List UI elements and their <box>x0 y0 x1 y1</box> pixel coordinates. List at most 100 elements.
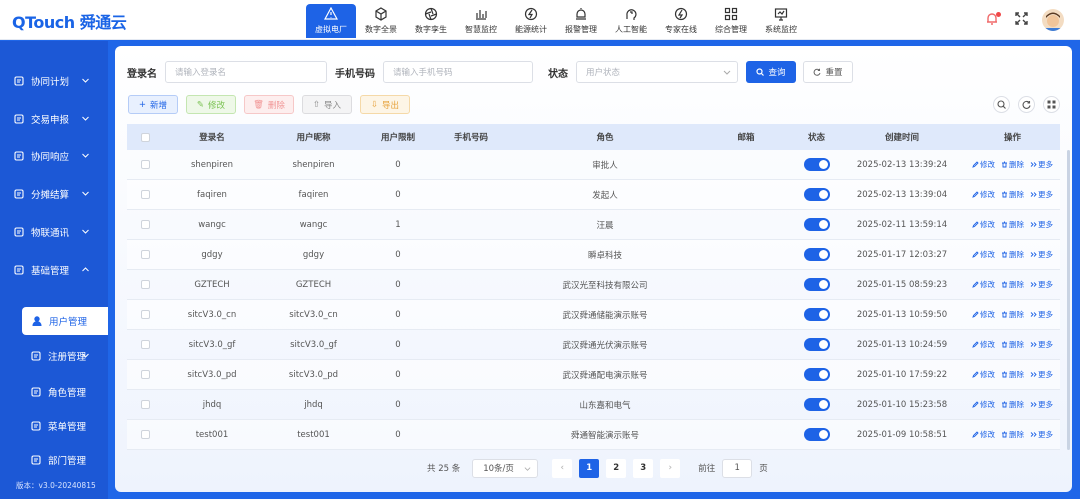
nav-item-7[interactable]: 专家在线 <box>656 4 706 38</box>
row-delete-link[interactable]: 删除 <box>1001 429 1024 440</box>
sidebar-subitem-2[interactable]: 角色管理 <box>0 378 108 406</box>
phone-input[interactable]: 请输入手机号码 <box>383 61 533 83</box>
table-row[interactable]: sitcV3.0_pd sitcV3.0_pd 0 武汉舜通配电演示账号 2025-01… <box>127 360 1060 390</box>
edit-button[interactable]: ✎ 修改 <box>186 95 236 114</box>
next-page-button[interactable]: › <box>660 458 681 478</box>
table-row[interactable]: test001 test001 0 舜通智能演示账号 2025-01-09 10:58:… <box>127 420 1060 450</box>
sidebar-subitem-0[interactable]: 用户管理 <box>22 307 108 335</box>
row-delete-link[interactable]: 删除 <box>1001 219 1024 230</box>
row-checkbox[interactable] <box>127 370 163 379</box>
table-row[interactable]: wangc wangc 1 汪晨 2025-02-11 13:59:14 修改 删除 更多 <box>127 210 1060 240</box>
nav-item-0[interactable]: 虚拟电厂 <box>306 4 356 38</box>
row-edit-link[interactable]: 修改 <box>972 279 995 290</box>
row-more-link[interactable]: 更多 <box>1030 249 1053 260</box>
row-edit-link[interactable]: 修改 <box>972 309 995 320</box>
row-edit-link[interactable]: 修改 <box>972 369 995 380</box>
nav-item-1[interactable]: 数字全景 <box>356 4 406 38</box>
nav-item-3[interactable]: 智慧监控 <box>456 4 506 38</box>
import-button[interactable]: ⇧ 导入 <box>302 95 352 114</box>
table-row[interactable]: gdgy gdgy 0 瞬卓科技 2025-01-17 12:03:27 修改 删除 更多 <box>127 240 1060 270</box>
table-row[interactable]: shenpiren shenpiren 0 审批人 2025-02-13 13:39:2… <box>127 150 1060 180</box>
row-edit-link[interactable]: 修改 <box>972 249 995 260</box>
fullscreen-icon[interactable] <box>1015 12 1028 28</box>
page-button-1[interactable]: 1 <box>579 458 600 478</box>
login-name-input[interactable]: 请输入登录名 <box>165 61 327 83</box>
goto-page-input[interactable]: 1 <box>722 458 753 478</box>
row-checkbox[interactable] <box>127 280 163 289</box>
nav-item-8[interactable]: 综合管理 <box>706 4 756 38</box>
status-toggle[interactable] <box>794 398 839 411</box>
row-edit-link[interactable]: 修改 <box>972 219 995 230</box>
status-toggle[interactable] <box>794 368 839 381</box>
delete-button[interactable]: 🗑 删除 <box>244 95 294 114</box>
row-more-link[interactable]: 更多 <box>1030 189 1053 200</box>
sidebar-subitem-4[interactable]: 部门管理 <box>0 446 108 474</box>
row-checkbox[interactable] <box>127 190 163 199</box>
sidebar-item-4[interactable]: 物联通讯 <box>0 218 108 246</box>
nav-item-5[interactable]: 报警管理 <box>556 4 606 38</box>
export-button[interactable]: ⇩ 导出 <box>360 95 410 114</box>
row-more-link[interactable]: 更多 <box>1030 279 1053 290</box>
sidebar-item-hidden[interactable] <box>0 45 108 57</box>
app-logo[interactable]: QTouch 舜通云 <box>12 9 127 33</box>
row-checkbox[interactable] <box>127 250 163 259</box>
row-delete-link[interactable]: 删除 <box>1001 189 1024 200</box>
status-toggle[interactable] <box>794 338 839 351</box>
status-toggle[interactable] <box>794 308 839 321</box>
reset-button[interactable]: 重置 <box>803 61 853 83</box>
row-delete-link[interactable]: 删除 <box>1001 279 1024 290</box>
row-delete-link[interactable]: 删除 <box>1001 399 1024 410</box>
row-more-link[interactable]: 更多 <box>1030 369 1053 380</box>
row-more-link[interactable]: 更多 <box>1030 429 1053 440</box>
row-edit-link[interactable]: 修改 <box>972 339 995 350</box>
status-toggle[interactable] <box>794 248 839 261</box>
table-row[interactable]: jhdq jhdq 0 山东嘉和电气 2025-01-10 15:23:58 修改 删除 更多 <box>127 390 1060 420</box>
status-select[interactable]: 用户状态 <box>576 61 738 83</box>
row-edit-link[interactable]: 修改 <box>972 159 995 170</box>
prev-page-button[interactable]: ‹ <box>552 458 573 478</box>
page-size-select[interactable]: 10条/页 <box>472 458 539 478</box>
notification-bell-icon[interactable] <box>985 12 1001 28</box>
page-button-3[interactable]: 3 <box>633 458 654 478</box>
columns-icon[interactable] <box>1043 96 1060 113</box>
row-more-link[interactable]: 更多 <box>1030 309 1053 320</box>
row-checkbox[interactable] <box>127 430 163 439</box>
table-row[interactable]: faqiren faqiren 0 发起人 2025-02-13 13:39:04 修改删… <box>127 180 1060 210</box>
page-button-2[interactable]: 2 <box>606 458 627 478</box>
row-delete-link[interactable]: 删除 <box>1001 249 1024 260</box>
nav-item-9[interactable]: 系统监控 <box>756 4 806 38</box>
status-toggle[interactable] <box>794 188 839 201</box>
nav-item-4[interactable]: 能源统计 <box>506 4 556 38</box>
table-row[interactable]: GZTECH GZTECH 0 武汉光至科技有限公司 2025-01-15 08:59:… <box>127 270 1060 300</box>
refresh-table-icon[interactable] <box>1018 96 1035 113</box>
search-toggle-icon[interactable] <box>993 96 1010 113</box>
row-checkbox[interactable] <box>127 220 163 229</box>
row-edit-link[interactable]: 修改 <box>972 429 995 440</box>
nav-item-2[interactable]: 数字孪生 <box>406 4 456 38</box>
table-row[interactable]: sitcV3.0_cn sitcV3.0_cn 0 武汉舜通储能演示账号 2025-01… <box>127 300 1060 330</box>
row-checkbox[interactable] <box>127 310 163 319</box>
sidebar-subitem-1[interactable]: 注册管理 <box>0 342 108 370</box>
row-delete-link[interactable]: 删除 <box>1001 159 1024 170</box>
sidebar-item-3[interactable]: 分摊结算 <box>0 180 108 208</box>
status-toggle[interactable] <box>794 428 839 441</box>
status-toggle[interactable] <box>794 158 839 171</box>
sidebar-item-0[interactable]: 协同计划 <box>0 67 108 95</box>
row-delete-link[interactable]: 删除 <box>1001 369 1024 380</box>
select-all-checkbox[interactable] <box>127 132 163 142</box>
sidebar-item-2[interactable]: 协同响应 <box>0 142 108 170</box>
row-more-link[interactable]: 更多 <box>1030 399 1053 410</box>
nav-item-6[interactable]: 人工智能 <box>606 4 656 38</box>
row-delete-link[interactable]: 删除 <box>1001 339 1024 350</box>
sidebar-item-1[interactable]: 交易申报 <box>0 105 108 133</box>
sidebar-subitem-3[interactable]: 菜单管理 <box>0 412 108 440</box>
row-checkbox[interactable] <box>127 400 163 409</box>
user-avatar[interactable] <box>1042 9 1064 31</box>
row-checkbox[interactable] <box>127 340 163 349</box>
sidebar-item-5[interactable]: 基础管理 <box>0 256 108 284</box>
row-edit-link[interactable]: 修改 <box>972 189 995 200</box>
table-row[interactable]: sitcV3.0_gf sitcV3.0_gf 0 武汉舜通光伏演示账号 2025-01… <box>127 330 1060 360</box>
row-more-link[interactable]: 更多 <box>1030 159 1053 170</box>
row-delete-link[interactable]: 删除 <box>1001 309 1024 320</box>
row-more-link[interactable]: 更多 <box>1030 219 1053 230</box>
